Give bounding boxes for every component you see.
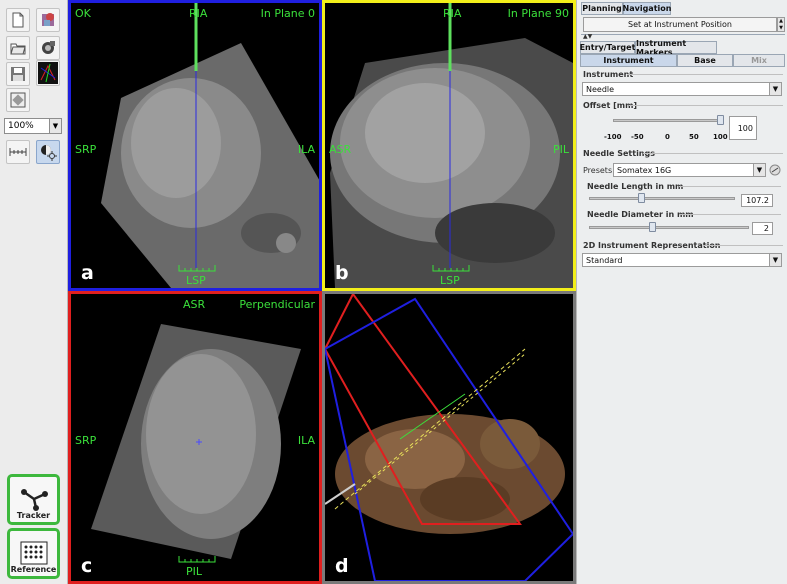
view-c-left-label: SRP: [75, 434, 97, 447]
view-a-top-label: RIA: [189, 7, 208, 20]
reference-label: Reference: [10, 565, 57, 574]
save-icon[interactable]: [6, 62, 30, 86]
instrument-value: Needle: [586, 84, 615, 94]
divider: [643, 153, 783, 154]
presets-value: Somatex 16G: [617, 165, 672, 175]
view-c-right-label: ILA: [297, 434, 315, 447]
view-a-letter: a: [81, 262, 94, 284]
needle-length-thumb[interactable]: [638, 193, 645, 203]
view-c-bottom-label: PIL: [186, 565, 203, 578]
tab-entry-target[interactable]: Entry/Target: [580, 41, 635, 54]
offset-tick: -50: [631, 133, 644, 141]
offset-tick: -100: [604, 133, 622, 141]
needle-length-field[interactable]: 107.2: [741, 194, 773, 207]
tracker-label: Tracker: [16, 511, 51, 520]
view-b-top-label: RIA: [443, 7, 462, 20]
view-b-plane-label: In Plane 90: [507, 7, 569, 20]
new-file-icon[interactable]: [6, 8, 30, 32]
view-c-plane-label: Perpendicular: [239, 298, 315, 311]
representation-select[interactable]: Standard ▼: [582, 253, 782, 267]
mri-slice-a: [101, 3, 319, 288]
3d-render-d: [325, 294, 573, 581]
view-a-bottom-label: LSP: [186, 274, 206, 287]
navigation-panel: Planning Navigation Set at Instrument Po…: [576, 0, 787, 584]
load-data-icon[interactable]: [36, 8, 60, 32]
zoom-select[interactable]: 100% ▼: [4, 118, 62, 134]
tab-base[interactable]: Base: [677, 54, 733, 67]
chevron-down-icon[interactable]: ▼: [753, 164, 765, 176]
needle-diameter-field[interactable]: 2: [752, 222, 773, 235]
open-folder-icon[interactable]: [6, 36, 30, 60]
mri-slice-b: [330, 3, 573, 288]
link-icon[interactable]: [769, 164, 781, 176]
tab-instrument-markers[interactable]: Instrument Markers: [635, 39, 717, 57]
view-c-top-label: ASR: [183, 298, 206, 311]
divider: [629, 105, 783, 106]
presets-label: Presets:: [583, 166, 615, 175]
offset-tick: 0: [665, 133, 670, 141]
view-b-in-plane-90[interactable]: RIA In Plane 90 ASR PIL LSP b: [322, 0, 576, 291]
chevron-down-icon[interactable]: ▼: [769, 254, 781, 266]
layout-icon[interactable]: [6, 88, 30, 112]
tab-navigation[interactable]: Navigation: [623, 2, 671, 15]
view-d-3d[interactable]: d: [322, 291, 576, 584]
needle-length-slider[interactable]: [589, 197, 735, 200]
offset-tick: 100: [713, 133, 728, 141]
view-c-perpendicular[interactable]: ASR Perpendicular SRP ILA PIL c: [68, 291, 322, 584]
view-d-letter: d: [335, 555, 349, 577]
set-position-label: Set at Instrument Position: [628, 20, 732, 29]
needle-length-label: Needle Length in mm: [587, 182, 684, 191]
view-a-status: OK: [75, 7, 91, 20]
needle-diameter-slider[interactable]: [589, 226, 749, 229]
divider: [679, 214, 781, 215]
collapse-arrows-icon[interactable]: ▲▼: [583, 33, 592, 40]
window-level-icon[interactable]: [36, 140, 60, 164]
offset-slider-thumb[interactable]: [717, 115, 724, 125]
instrument-section-label: Instrument: [583, 70, 634, 79]
offset-tick: 50: [689, 133, 699, 141]
tracker-icon: [20, 489, 48, 511]
view-b-left-label: ASR: [329, 143, 352, 156]
tracker-button[interactable]: Tracker: [7, 474, 60, 525]
measure-icon[interactable]: [6, 140, 30, 164]
zoom-value: 100%: [8, 121, 34, 131]
set-instrument-position-button[interactable]: Set at Instrument Position: [583, 17, 777, 32]
chevron-down-icon[interactable]: ▼: [49, 119, 61, 133]
left-toolbar: 100% ▼ Tracker Reference: [0, 0, 68, 584]
view-a-in-plane-0[interactable]: OK RIA In Plane 0 SRP ILA LSP a: [68, 0, 322, 291]
view-a-right-label: ILA: [297, 143, 315, 156]
tab-planning[interactable]: Planning: [581, 2, 623, 15]
spinner-icon[interactable]: ▲ ▼: [777, 17, 785, 32]
view-c-letter: c: [81, 555, 93, 577]
presets-select[interactable]: Somatex 16G ▼: [613, 163, 766, 177]
view-a-left-label: SRP: [75, 143, 97, 156]
reference-grid-icon: [20, 541, 47, 565]
tab-mix[interactable]: Mix: [733, 54, 785, 67]
reference-button[interactable]: Reference: [7, 528, 60, 579]
representation-label: 2D Instrument Representation: [583, 241, 721, 250]
offset-value-field[interactable]: 100: [729, 116, 757, 140]
view-a-plane-label: In Plane 0: [260, 7, 315, 20]
needle-diameter-thumb[interactable]: [649, 222, 656, 232]
divider: [703, 245, 783, 246]
divider: [627, 74, 783, 75]
instrument-select[interactable]: Needle ▼: [582, 82, 782, 96]
mri-slice-c: [91, 324, 301, 563]
view-b-right-label: PIL: [552, 143, 569, 156]
chevron-down-icon[interactable]: ▼: [769, 83, 781, 95]
view-b-bottom-label: LSP: [440, 274, 460, 287]
view-b-letter: b: [335, 262, 349, 284]
needle-diameter-label: Needle Diameter in mm: [587, 210, 694, 219]
camera-icon[interactable]: [36, 36, 60, 60]
3d-view-icon[interactable]: [36, 60, 60, 86]
divider: [679, 186, 781, 187]
offset-slider[interactable]: [613, 119, 723, 122]
representation-value: Standard: [586, 255, 623, 265]
divider: [581, 34, 785, 35]
tab-instrument[interactable]: Instrument: [580, 54, 677, 67]
